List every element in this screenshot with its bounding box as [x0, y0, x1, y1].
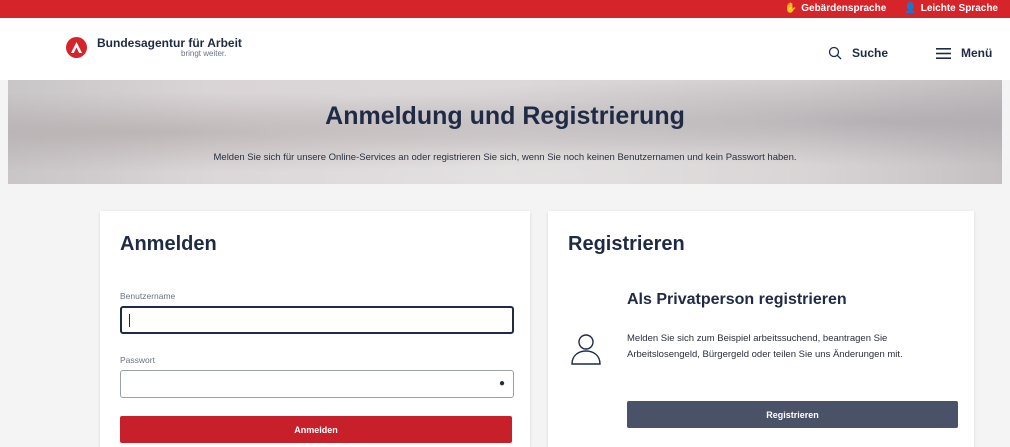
brand-name: Bundesagentur für Arbeit [97, 36, 242, 50]
hamburger-icon [936, 47, 951, 59]
person-reading-icon: 👤 [904, 3, 917, 14]
login-card: Anmelden Benutzername Passwort ● Anmelde… [100, 211, 530, 447]
top-utility-bar: ✋ Gebärdensprache 👤 Leichte Sprache [0, 0, 1010, 18]
username-field[interactable] [120, 306, 514, 334]
password-label: Passwort [120, 355, 155, 365]
search-icon [828, 46, 842, 60]
register-button[interactable]: Registrieren [627, 401, 958, 428]
menu-button[interactable]: Menü [936, 46, 992, 60]
utility-links: ✋ Gebärdensprache 👤 Leichte Sprache [785, 1, 998, 17]
easy-language-label: Leichte Sprache [920, 3, 998, 14]
page-title: Anmeldung und Registrierung [325, 102, 685, 130]
easy-language-link[interactable]: 👤 Leichte Sprache [904, 1, 998, 17]
username-label: Benutzername [120, 291, 176, 301]
login-submit-button[interactable]: Anmelden [120, 416, 512, 443]
brand-logo-link[interactable]: Bundesagentur für Arbeit bringt weiter. [66, 37, 242, 58]
private-register-description: Melden Sie sich zum Beispiel arbeitssuch… [627, 333, 903, 360]
private-register-heading: Als Privatperson registrieren [627, 291, 847, 308]
page-subtitle: Melden Sie sich für unsere Online-Servic… [213, 152, 797, 163]
text-caret [129, 314, 130, 327]
brand-text: Bundesagentur für Arbeit bringt weiter. [97, 37, 242, 58]
eye-icon[interactable]: ● [499, 378, 505, 389]
password-field[interactable]: ● [120, 370, 514, 398]
brand-logo-icon [66, 37, 87, 58]
menu-label: Menü [961, 46, 993, 60]
hand-icon: ✋ [784, 3, 798, 14]
user-icon [571, 334, 601, 365]
sign-language-link[interactable]: ✋ Gebärdensprache [785, 1, 887, 17]
search-label: Suche [852, 46, 889, 60]
site-header: Bundesagentur für Arbeit bringt weiter. … [0, 18, 1010, 80]
sign-language-label: Gebärdensprache [801, 3, 887, 14]
hero-banner: Anmeldung und Registrierung Melden Sie s… [8, 80, 1002, 184]
register-card: Registrieren Als Privatperson registrier… [548, 211, 974, 447]
register-heading: Registrieren [568, 233, 685, 255]
login-heading: Anmelden [120, 233, 217, 255]
search-button[interactable]: Suche [828, 46, 888, 60]
brand-tagline: bringt weiter. [181, 49, 227, 58]
